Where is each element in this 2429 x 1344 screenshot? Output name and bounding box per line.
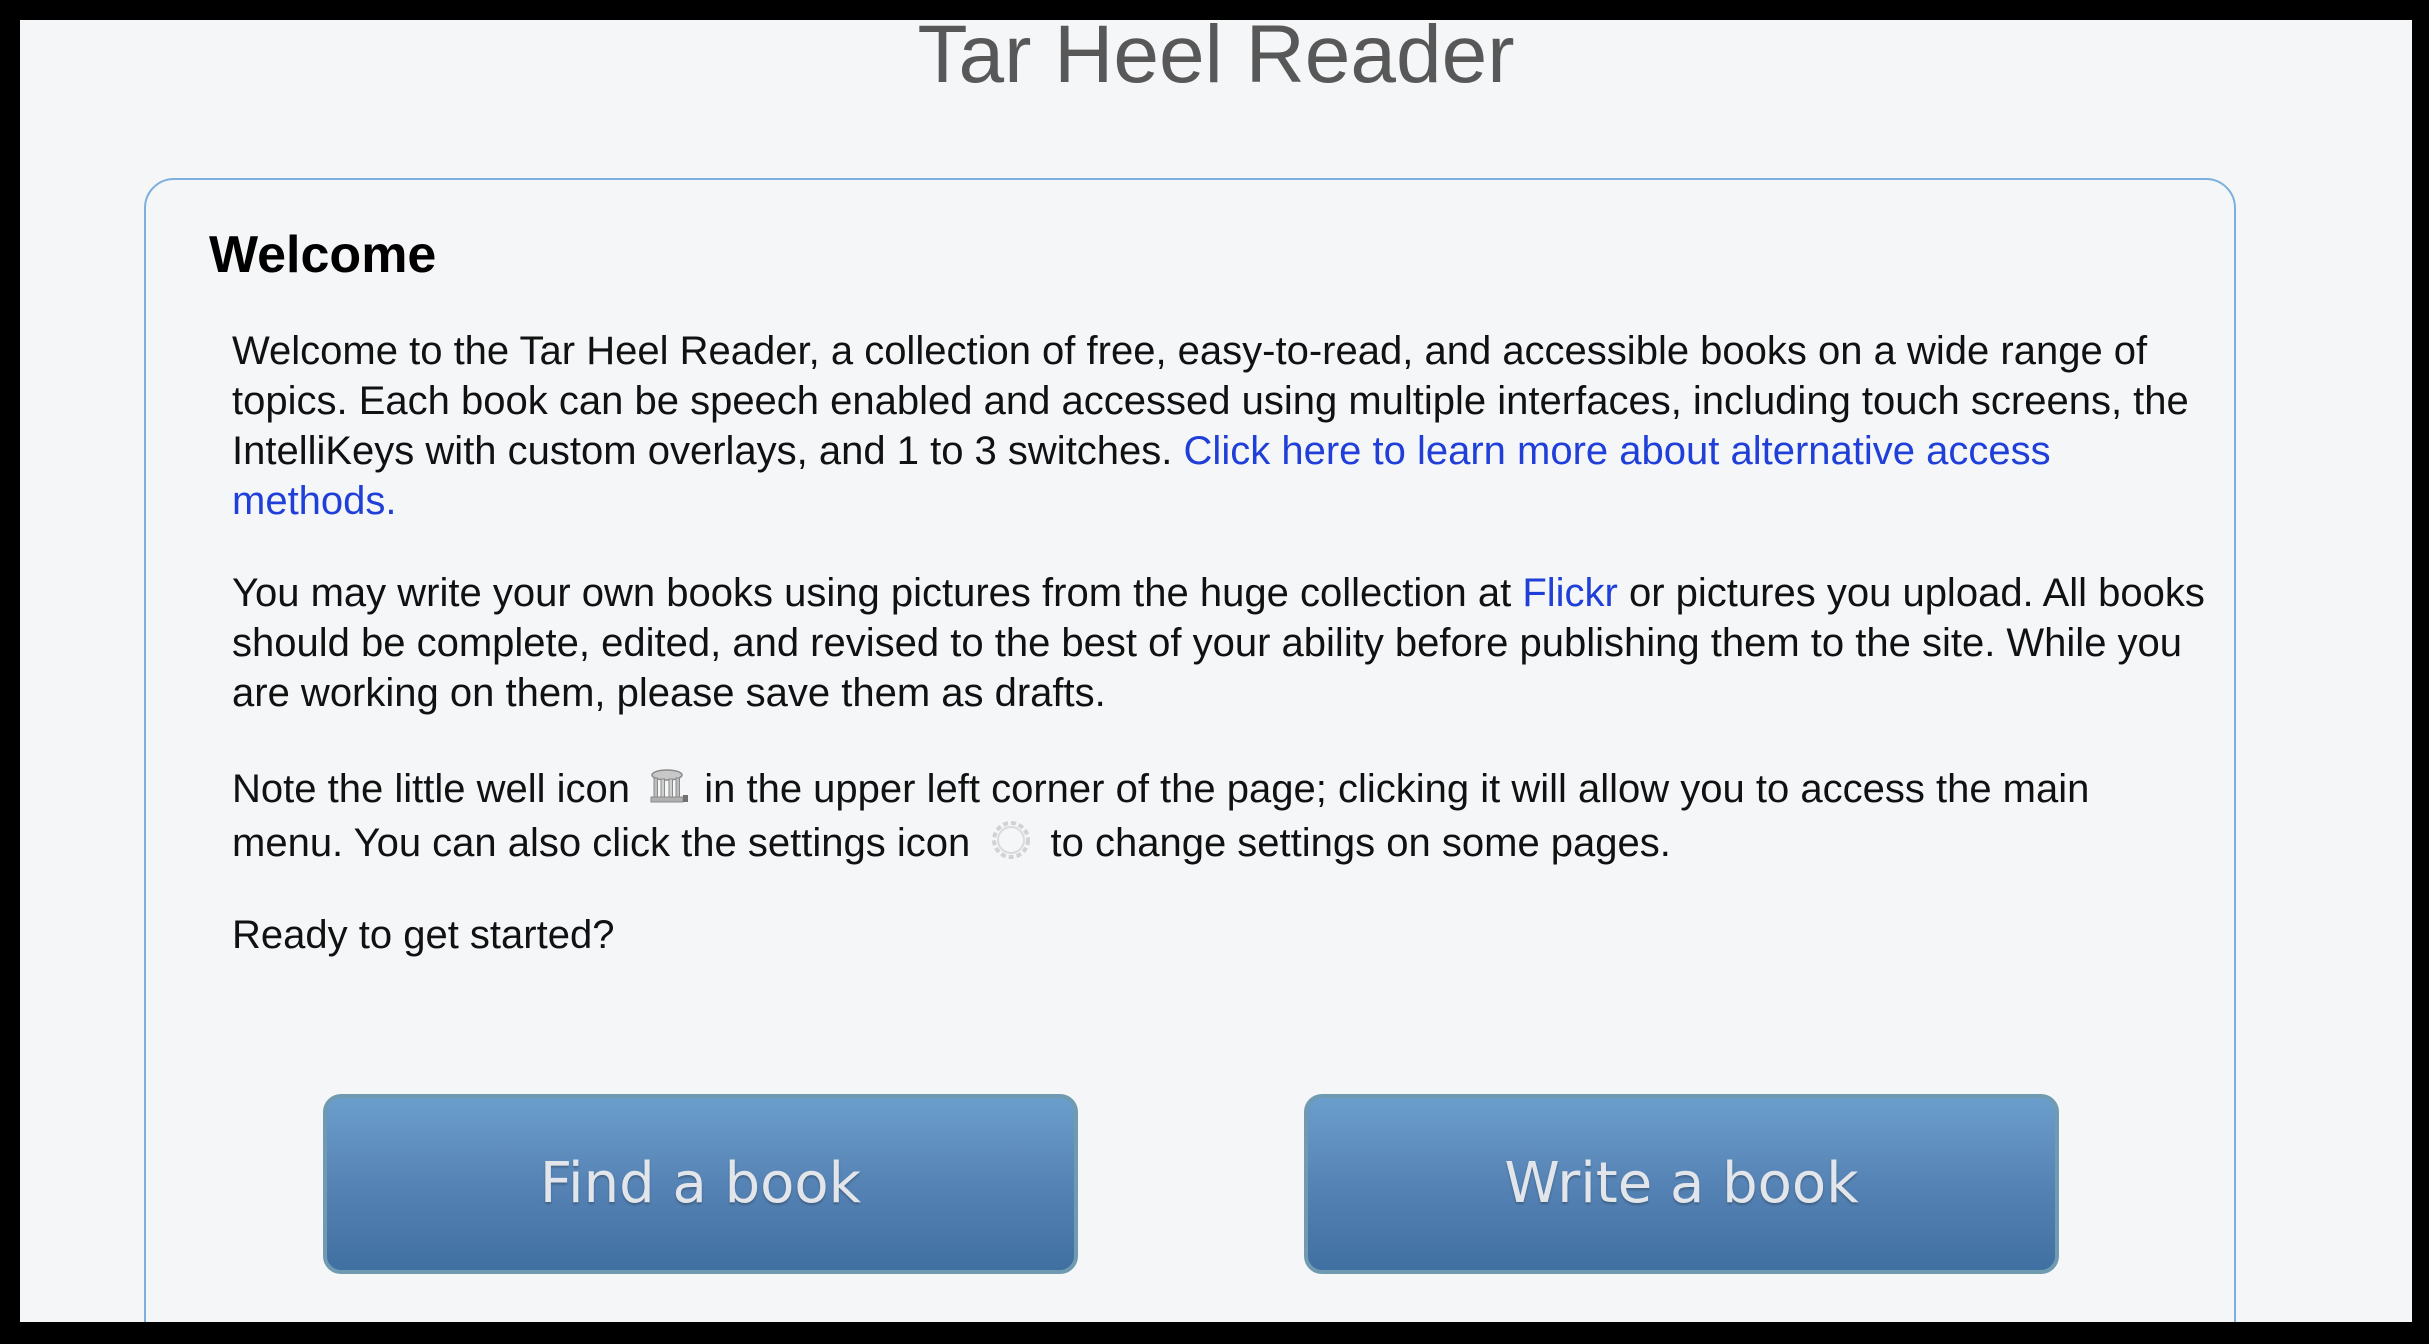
site-title: Tar Heel Reader bbox=[917, 20, 1515, 100]
write-books-paragraph: You may write your own books using pictu… bbox=[232, 568, 2207, 718]
icons-note-paragraph: Note the little well icon in the upper l… bbox=[232, 762, 2207, 870]
icons-note-text-1: Note the little well icon bbox=[232, 767, 630, 811]
welcome-panel: Welcome Welcome to the Tar Heel Reader, … bbox=[144, 178, 2236, 1322]
intro-paragraph: Welcome to the Tar Heel Reader, a collec… bbox=[232, 326, 2207, 526]
write-a-book-button[interactable]: Write a book bbox=[1304, 1094, 2059, 1274]
flickr-link[interactable]: Flickr bbox=[1522, 571, 1618, 615]
page: Tar Heel Reader Welcome Welcome to the T… bbox=[20, 20, 2412, 1322]
welcome-body: Welcome to the Tar Heel Reader, a collec… bbox=[232, 326, 2207, 960]
old-well-icon bbox=[649, 766, 689, 806]
gear-icon bbox=[989, 818, 1033, 862]
write-books-text-before: You may write your own books using pictu… bbox=[232, 571, 1512, 615]
ready-text: Ready to get started? bbox=[232, 913, 615, 957]
find-a-book-button[interactable]: Find a book bbox=[323, 1094, 1078, 1274]
icons-note-text-3: to change settings on some pages. bbox=[1050, 821, 1671, 865]
welcome-heading: Welcome bbox=[209, 226, 437, 284]
